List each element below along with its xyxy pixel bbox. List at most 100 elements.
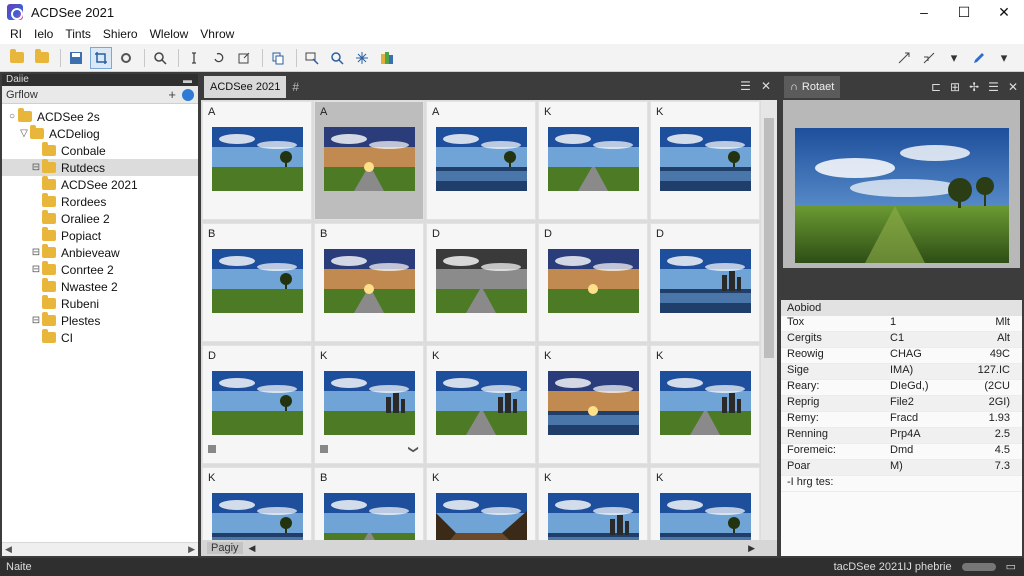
thumbnail-cell[interactable]: D [650,223,760,342]
export-icon[interactable] [233,47,255,69]
thumbnail-cell[interactable]: B [314,223,424,342]
browser-vertical-scrollbar[interactable] [761,100,777,540]
folder-open-icon[interactable] [6,47,28,69]
zoom-slider[interactable] [961,562,996,571]
thumbnail-image[interactable] [212,249,303,313]
thumbnail-cell[interactable]: A [314,101,424,220]
rotate-icon[interactable] [208,47,230,69]
go-icon[interactable] [182,89,194,101]
scroll-left-arrow-icon[interactable]: ◀ [249,543,256,554]
folders-search-text[interactable]: Grflow [6,89,38,101]
preview-image[interactable] [795,128,1009,263]
thumbnail-image[interactable] [548,493,639,540]
thumbnail-cell[interactable]: A [202,101,312,220]
search-icon[interactable] [149,47,171,69]
thumbnail-image[interactable] [212,371,303,435]
select-checkbox[interactable] [208,445,216,453]
menu-item[interactable]: Tints [59,27,97,41]
arrow-merge-icon[interactable] [918,47,940,69]
add-folder-button[interactable]: + [168,87,176,102]
gear-icon[interactable] [115,47,137,69]
thumbnail-image[interactable] [212,493,303,540]
tree-expander-icon[interactable]: ○ [6,111,18,122]
tree-item[interactable]: Oraliee 2 [2,210,198,227]
arrow-split-icon[interactable] [893,47,915,69]
tree-item[interactable]: ○ ACDSee 2s [2,108,198,125]
tree-item[interactable]: Conbale [2,142,198,159]
split-icon[interactable]: ⊞ [950,80,960,94]
tree-expander-icon[interactable]: ⊟ [30,162,42,173]
menu-item[interactable]: RI [4,27,28,41]
chevron-down-icon[interactable]: ❯ [407,445,418,453]
thumbnail-image[interactable] [436,493,527,540]
scroll-right-arrow-icon[interactable]: ▶ [188,544,195,555]
tree-expander-icon[interactable]: ⊟ [30,315,42,326]
thumbnail-image[interactable] [660,127,751,191]
fullscreen-icon[interactable]: ▭ [1006,560,1016,573]
tab-acdsee[interactable]: ACDSee 2021 [204,76,287,98]
menu-item[interactable]: Wlelow [144,27,195,41]
thumbnail-image[interactable] [324,493,415,540]
folders-horizontal-scrollbar[interactable]: ◀ ▶ [2,542,198,556]
thumbnail-cell[interactable]: K [538,467,648,540]
minimize-button[interactable]: – [904,0,944,24]
tree-expander-icon[interactable]: ⊟ [30,247,42,258]
zoom-icon[interactable] [326,47,348,69]
crop-icon[interactable] [90,46,112,69]
scrollbar-thumb[interactable] [764,118,774,358]
thumbnail-image[interactable] [436,249,527,313]
pin-icon[interactable]: ✢ [969,80,979,94]
bottom-tab[interactable]: Pagiy [207,542,243,554]
folder-icon[interactable] [31,47,53,69]
folders-search-bar[interactable]: Grflow + [2,86,198,104]
tree-item[interactable]: Popiact [2,227,198,244]
tree-item[interactable]: ⊟ Anbieveaw [2,244,198,261]
panel-pin-icon[interactable]: ▬ [183,74,192,86]
thumbnail-cell[interactable]: K [650,467,760,540]
thumbnail-cell[interactable]: K [538,101,648,220]
thumbnail-image[interactable] [548,371,639,435]
thumbnail-cell[interactable]: B [314,467,424,540]
menu-icon[interactable]: ☰ [740,79,751,93]
tree-item[interactable]: Rubeni [2,295,198,312]
select-checkbox[interactable] [320,445,328,453]
filter-icon[interactable] [301,47,323,69]
tab-hash-icon[interactable]: # [292,80,299,94]
maximize-button[interactable]: ☐ [944,0,984,24]
thumbnail-cell[interactable]: K [538,345,648,464]
tree-item[interactable]: ⊟ Rutdecs [2,159,198,176]
thumbnail-cell[interactable]: A [426,101,536,220]
copy-icon[interactable] [267,47,289,69]
thumbnail-cell[interactable]: K [202,467,312,540]
tree-item[interactable]: CI [2,329,198,346]
thumbnail-cell[interactable]: K [426,467,536,540]
thumbnail-image[interactable] [660,371,751,435]
thumbnail-image[interactable] [436,371,527,435]
menu-item[interactable]: Shiero [97,27,144,41]
tree-expander-icon[interactable]: ⊟ [30,264,42,275]
thumbnail-image[interactable] [548,127,639,191]
menu-item[interactable]: Ielo [28,27,59,41]
text-cursor-icon[interactable] [183,47,205,69]
thumbnail-cell[interactable]: K [650,345,760,464]
thumbnail-cell[interactable]: K [650,101,760,220]
thumbnail-image[interactable] [324,371,415,435]
menu-item[interactable]: Vhrow [194,27,240,41]
thumbnail-cell[interactable]: K [426,345,536,464]
close-button[interactable]: ✕ [984,0,1024,24]
thumbnail-cell[interactable]: B [202,223,312,342]
tree-item[interactable]: ⊟ Conrtee 2 [2,261,198,278]
tab-preview[interactable]: ∩ Rotaet [784,76,841,98]
tree-item[interactable]: Rordees [2,193,198,210]
tree-item[interactable]: ⊟ Plestes [2,312,198,329]
scroll-right-arrow-icon[interactable]: ▶ [748,543,755,554]
thumbnail-image[interactable] [436,127,527,191]
dropdown-arrow-icon[interactable]: ▾ [943,47,965,69]
color-icon[interactable] [376,47,398,69]
thumbnail-image[interactable] [212,127,303,191]
tree-item[interactable]: ▽ ACDeliog [2,125,198,142]
grid-icon[interactable]: ⊏ [931,80,941,94]
dropdown-arrow-icon[interactable]: ▾ [993,47,1015,69]
tree-item[interactable]: Nwastee 2 [2,278,198,295]
thumbnail-cell[interactable]: K ❯ [314,345,424,464]
